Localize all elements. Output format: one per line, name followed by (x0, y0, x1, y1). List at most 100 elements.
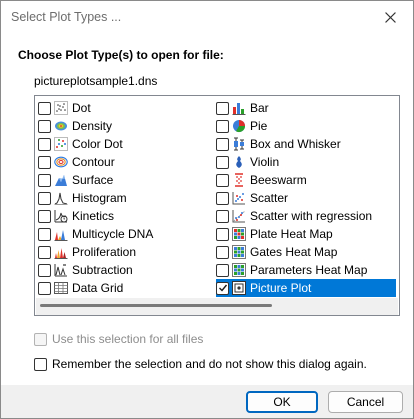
title-bar[interactable]: Select Plot Types ... (1, 1, 413, 33)
plot-type-label: Color Dot (72, 137, 123, 151)
plot-type-checkbox[interactable] (38, 155, 51, 169)
remember-selection-label: Remember the selection and do not show t… (52, 357, 367, 371)
plot-type-checkbox[interactable] (216, 263, 229, 277)
plot-type-item-picture-plot[interactable]: Picture Plot (216, 279, 396, 297)
dot-plot-icon (54, 101, 68, 115)
plot-type-checkbox[interactable] (38, 245, 51, 259)
plot-type-checkbox[interactable] (38, 281, 51, 295)
plot-type-checkbox[interactable] (216, 227, 229, 241)
window-title: Select Plot Types ... (11, 10, 122, 24)
file-name: pictureplotsample1.dns (34, 74, 158, 88)
plot-type-checkbox[interactable] (38, 173, 51, 187)
plot-type-checkbox[interactable] (216, 137, 229, 151)
plot-type-checkbox[interactable] (216, 191, 229, 205)
plot-type-checkbox[interactable] (38, 191, 51, 205)
multicycle-dna-icon (54, 230, 68, 241)
horizontal-scrollbar[interactable] (36, 298, 398, 315)
plot-types-right-column: Bar Pie Box and Whisker Violin Beeswarm Scatt… (216, 99, 396, 297)
plot-type-label: Proliferation (72, 245, 137, 259)
plot-type-item-data-grid[interactable]: Data Grid (38, 279, 153, 297)
plot-type-checkbox[interactable] (38, 119, 51, 133)
plot-type-checkbox[interactable] (216, 245, 229, 259)
plot-type-item-beeswarm[interactable]: Beeswarm (216, 171, 396, 189)
plot-type-checkbox[interactable] (216, 155, 229, 169)
color-dot-plot-icon (54, 137, 68, 151)
plot-type-item-pie[interactable]: Pie (216, 117, 396, 135)
plot-types-list[interactable]: Dot Density Color Dot Contour Surface Histogr… (34, 95, 400, 316)
plot-type-label: Gates Heat Map (250, 245, 338, 259)
plot-type-item-scatter[interactable]: Scatter (216, 189, 396, 207)
ok-button[interactable]: OK (246, 391, 318, 413)
plot-type-checkbox[interactable] (38, 263, 51, 277)
plot-type-item-proliferation[interactable]: Proliferation (38, 243, 153, 261)
plot-type-checkbox[interactable] (38, 209, 51, 223)
cancel-button[interactable]: Cancel (328, 391, 403, 413)
plate-heat-map-icon (232, 227, 246, 241)
scrollbar-thumb[interactable] (40, 304, 272, 307)
use-for-all-files-checkbox[interactable] (34, 332, 47, 346)
use-for-all-files-option[interactable]: Use this selection for all files (34, 332, 203, 346)
plot-type-item-plate-heat-map[interactable]: Plate Heat Map (216, 225, 396, 243)
histogram-icon (54, 192, 68, 205)
plot-type-label: Picture Plot (250, 281, 312, 295)
beeswarm-icon (235, 173, 243, 187)
plot-type-checkbox[interactable] (216, 281, 229, 295)
plot-type-checkbox[interactable] (216, 209, 229, 223)
gates-heat-map-icon (232, 245, 246, 259)
plot-type-item-density[interactable]: Density (38, 117, 153, 135)
plot-type-item-contour[interactable]: Contour (38, 153, 153, 171)
plot-type-label: Contour (72, 155, 115, 169)
plot-type-item-gates-heat-map[interactable]: Gates Heat Map (216, 243, 396, 261)
plot-type-label: Data Grid (72, 281, 124, 295)
plot-type-checkbox[interactable] (216, 101, 229, 115)
plot-type-item-kinetics[interactable]: Kinetics (38, 207, 153, 225)
plot-type-item-scatter-with-regression[interactable]: Scatter with regression (216, 207, 396, 225)
plot-type-checkbox[interactable] (216, 173, 229, 187)
violin-plot-icon (236, 156, 242, 168)
heading: Choose Plot Type(s) to open for file: (18, 48, 224, 62)
box-whisker-icon (234, 137, 244, 151)
plot-type-label: Scatter (250, 191, 289, 205)
plot-type-item-subtraction[interactable]: Subtraction (38, 261, 153, 279)
plot-type-label: Surface (72, 173, 114, 187)
plot-type-item-color-dot[interactable]: Color Dot (38, 135, 153, 153)
plot-type-item-box-and-whisker[interactable]: Box and Whisker (216, 135, 396, 153)
plot-type-checkbox[interactable] (216, 119, 229, 133)
close-icon (384, 11, 396, 23)
data-grid-icon (54, 282, 68, 294)
plot-type-item-surface[interactable]: Surface (38, 171, 153, 189)
scatter-plot-icon (232, 192, 245, 205)
remember-selection-checkbox[interactable] (34, 357, 47, 371)
plot-type-label: Subtraction (72, 263, 133, 277)
surface-plot-icon (55, 175, 67, 186)
plot-type-label: Parameters Heat Map (250, 263, 368, 277)
scatter-regression-icon (232, 210, 246, 223)
plot-type-checkbox[interactable] (38, 101, 51, 115)
pie-chart-icon (233, 120, 245, 133)
plot-type-item-dot[interactable]: Dot (38, 99, 153, 117)
plot-type-item-violin[interactable]: Violin (216, 153, 396, 171)
plot-type-label: Multicycle DNA (72, 227, 154, 241)
use-for-all-files-label: Use this selection for all files (52, 332, 204, 346)
remember-selection-option[interactable]: Remember the selection and do not show t… (34, 357, 367, 371)
plot-type-label: Pie (250, 119, 268, 133)
select-plot-types-dialog: Select Plot Types ... Choose Plot Type(s… (0, 0, 414, 419)
proliferation-icon (54, 248, 68, 259)
plot-type-label: Beeswarm (250, 173, 307, 187)
close-button[interactable] (367, 1, 413, 33)
picture-plot-icon (232, 281, 246, 295)
plot-type-label: Histogram (72, 191, 127, 205)
plot-type-label: Scatter with regression (250, 209, 373, 223)
plot-type-label: Bar (250, 101, 269, 115)
parameters-heat-map-icon (232, 263, 246, 277)
plot-type-item-multicycle-dna[interactable]: Multicycle DNA (38, 225, 153, 243)
plot-types-left-column: Dot Density Color Dot Contour Surface Histogr… (38, 99, 153, 297)
plot-type-checkbox[interactable] (38, 227, 51, 241)
plot-type-item-bar[interactable]: Bar (216, 99, 396, 117)
subtraction-icon (54, 264, 67, 277)
plot-type-label: Kinetics (72, 209, 115, 223)
plot-type-checkbox[interactable] (38, 137, 51, 151)
plot-type-item-histogram[interactable]: Histogram (38, 189, 153, 207)
plot-type-item-parameters-heat-map[interactable]: Parameters Heat Map (216, 261, 396, 279)
plot-type-label: Density (72, 119, 113, 133)
